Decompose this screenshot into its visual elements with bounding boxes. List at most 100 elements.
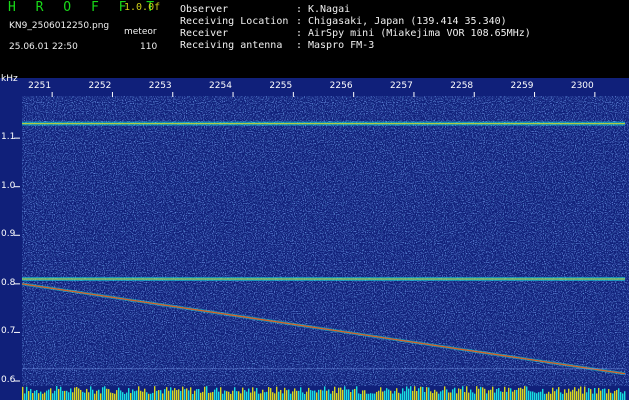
- strength-bar: [62, 390, 64, 400]
- strength-bar: [212, 391, 214, 400]
- strength-bar: [96, 390, 98, 400]
- strength-bar: [178, 389, 180, 400]
- strength-bar: [460, 389, 462, 400]
- strength-bar: [74, 387, 76, 400]
- strength-bar: [396, 388, 398, 400]
- strength-bar: [370, 393, 372, 400]
- strength-bar: [238, 391, 240, 400]
- strength-bar: [604, 388, 606, 400]
- strength-bar: [422, 386, 424, 400]
- strength-bar: [72, 392, 74, 400]
- strength-bar: [506, 391, 508, 400]
- strength-bar: [532, 391, 534, 400]
- strength-bar: [334, 386, 336, 400]
- strength-bar: [544, 393, 546, 400]
- x-tick-label-2253: 2253: [148, 81, 172, 91]
- strength-bar: [320, 389, 322, 400]
- strength-bar: [340, 387, 342, 400]
- strength-bar: [162, 393, 164, 400]
- y-tick-label-1.1: 1.1: [1, 132, 16, 143]
- strength-bar: [562, 393, 564, 400]
- strength-bar: [486, 393, 488, 400]
- strength-bar: [606, 393, 608, 400]
- strength-bar: [158, 390, 160, 400]
- receiver-label: Receiver: [180, 28, 229, 39]
- strength-bar: [526, 386, 528, 400]
- strength-bar: [36, 390, 38, 400]
- strength-bar: [84, 392, 86, 400]
- strength-bar: [584, 386, 586, 400]
- strength-bar: [368, 393, 370, 400]
- strength-bar: [174, 388, 176, 400]
- x-tick-label-2300: 2300: [570, 81, 594, 91]
- strength-bar: [58, 388, 60, 400]
- strength-bar: [102, 387, 104, 400]
- strength-bar: [352, 389, 354, 400]
- strength-bar: [512, 391, 514, 400]
- strength-bar: [168, 390, 170, 400]
- strength-bar: [270, 388, 272, 400]
- strength-bar: [328, 389, 330, 400]
- strength-bar: [588, 388, 590, 400]
- strength-bar: [262, 389, 264, 400]
- strength-bar: [216, 387, 218, 400]
- strength-bar: [180, 390, 182, 400]
- strength-bar: [136, 390, 138, 400]
- x-tick-label-2259: 2259: [510, 81, 534, 91]
- strength-bar: [612, 393, 614, 400]
- strength-bar: [536, 393, 538, 400]
- strength-bar: [432, 393, 434, 400]
- strength-bar: [444, 386, 446, 400]
- strength-bar: [538, 392, 540, 400]
- strength-bar: [60, 386, 62, 400]
- receiver-value: AirSpy mini (Miakejima VOR 108.65MHz): [308, 28, 531, 39]
- x-tick-label-2251: 2251: [28, 81, 52, 91]
- strength-bar: [594, 388, 596, 400]
- strength-bar: [482, 387, 484, 400]
- strength-bar: [258, 393, 260, 400]
- strength-bar: [92, 389, 94, 400]
- strength-bar: [210, 392, 212, 400]
- location-value: Chigasaki, Japan (139.414 35.340): [308, 16, 507, 27]
- strength-bar: [610, 392, 612, 400]
- strength-bar: [150, 393, 152, 400]
- strength-bar: [428, 387, 430, 400]
- strength-bar: [252, 387, 254, 400]
- strength-bar: [292, 391, 294, 400]
- strength-bar: [426, 387, 428, 400]
- strength-bar: [546, 393, 548, 400]
- strength-bar: [264, 392, 266, 400]
- noise-sparkle-layer: [22, 96, 629, 386]
- strength-bar: [522, 388, 524, 400]
- strength-bar: [310, 390, 312, 400]
- strength-bar: [112, 393, 114, 400]
- strength-bar: [454, 387, 456, 400]
- strength-bar: [298, 390, 300, 400]
- strength-bar: [476, 386, 478, 400]
- strength-bar: [332, 390, 334, 400]
- receiver-colon: :: [296, 28, 303, 39]
- strength-bar: [508, 387, 510, 400]
- strength-bar: [518, 387, 520, 400]
- strength-bar: [390, 390, 392, 400]
- strength-bar: [78, 388, 80, 400]
- strength-bar: [488, 390, 490, 400]
- strength-bar: [274, 393, 276, 400]
- strength-bar: [34, 390, 36, 400]
- file-name: KN9_2506012250.png: [9, 21, 110, 31]
- strength-bar: [106, 388, 108, 400]
- antenna-label: Receiving antenna: [180, 40, 283, 51]
- strength-bar: [80, 389, 82, 400]
- strength-bar: [448, 392, 450, 400]
- strength-bar: [64, 390, 66, 400]
- strength-bar: [430, 391, 432, 400]
- strength-bar: [192, 393, 194, 400]
- observer-value: K.Nagai: [308, 4, 351, 15]
- strength-bar: [492, 386, 494, 400]
- strength-bar: [206, 386, 208, 400]
- strength-bar: [260, 393, 262, 400]
- strength-bar: [308, 387, 310, 400]
- strength-bar: [218, 391, 220, 400]
- strength-bar: [336, 393, 338, 400]
- strength-bar: [424, 391, 426, 400]
